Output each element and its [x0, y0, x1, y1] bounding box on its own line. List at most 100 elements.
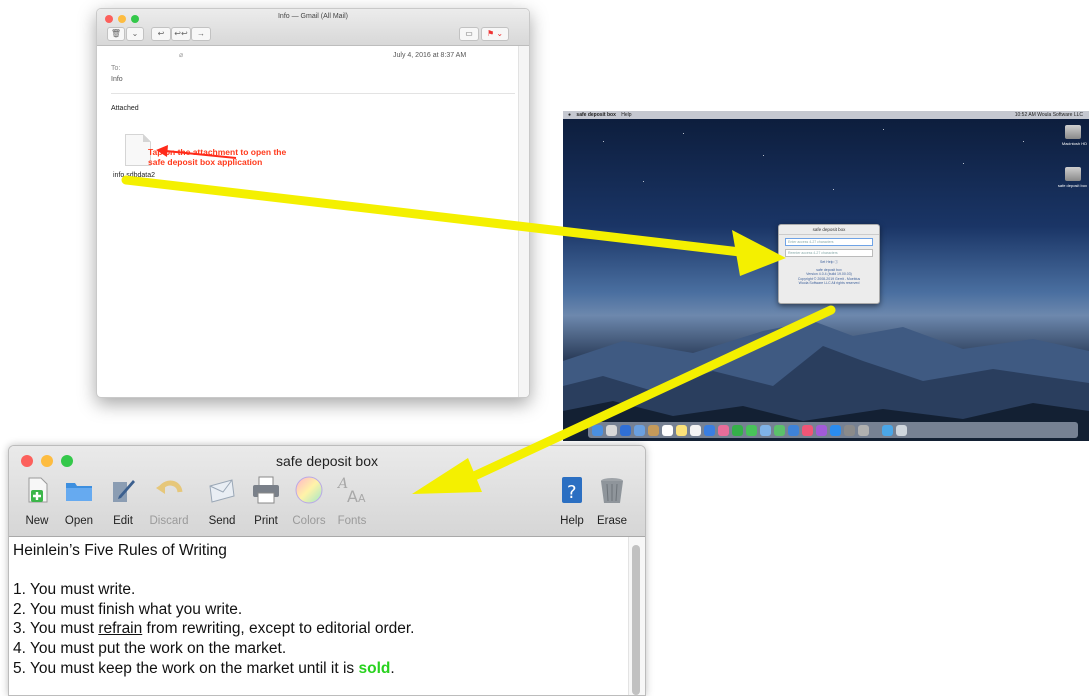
- safari-icon[interactable]: [620, 424, 631, 436]
- music-icon[interactable]: [802, 424, 813, 436]
- mini-password-confirm-field[interactable]: Reenter access 4-27 characters: [785, 249, 873, 257]
- trash-can-icon: [601, 478, 623, 503]
- app-toolbar-area: safe deposit box New Open Edit Discard S…: [9, 446, 645, 537]
- paperclip-icon: ⌀: [179, 52, 184, 59]
- trash-icon: 🗑: [110, 29, 122, 38]
- open-label: Open: [64, 515, 94, 527]
- keynote-icon[interactable]: [788, 424, 799, 436]
- reply-all-button[interactable]: ↩↩: [171, 27, 191, 41]
- star: [963, 163, 964, 164]
- app-title: safe deposit box: [276, 453, 378, 469]
- messages-icon[interactable]: [732, 424, 743, 436]
- erase-button[interactable]: Erase: [589, 474, 635, 527]
- svg-text:A: A: [358, 492, 366, 505]
- to-value: Info: [111, 76, 123, 83]
- podcasts-icon[interactable]: [816, 424, 827, 436]
- mountain-landscape: [563, 321, 1089, 441]
- reminders-icon[interactable]: [690, 424, 701, 436]
- menu-bar: ● safe deposit box Help 10:52 AM Woula S…: [563, 111, 1089, 119]
- contacts-icon[interactable]: [648, 424, 659, 436]
- desktop-screenshot: ● safe deposit box Help 10:52 AM Woula S…: [563, 111, 1089, 441]
- drive-label: safe deposit box: [1057, 183, 1087, 188]
- photos-icon[interactable]: [718, 424, 729, 436]
- thumbs-down-icon: ⌄: [131, 29, 139, 38]
- send-button[interactable]: Send: [199, 474, 245, 527]
- flag-button[interactable]: ⚑ ⌄: [481, 27, 509, 41]
- finder-icon[interactable]: [592, 424, 603, 436]
- menubar-status: 10:52 AM Woula Software LLC: [1014, 112, 1083, 118]
- edit-icon: [113, 480, 135, 502]
- menubar-app-name[interactable]: safe deposit box: [576, 112, 615, 118]
- new-document-icon: [28, 477, 48, 503]
- new-button[interactable]: New: [14, 474, 60, 527]
- mail-scrollbar[interactable]: [518, 46, 529, 397]
- menubar-help[interactable]: Help: [621, 112, 631, 118]
- safe-deposit-box-window: safe deposit box New Open Edit Discard S…: [8, 445, 646, 696]
- junk-button[interactable]: ⌄: [126, 27, 144, 41]
- printer-icon: [253, 476, 279, 504]
- discard-button[interactable]: Discard: [146, 474, 192, 527]
- calendar-icon[interactable]: [662, 424, 673, 436]
- mini-help-link[interactable]: Set Help ⓘ: [779, 260, 879, 265]
- reply-icon: ↩: [157, 29, 165, 38]
- print-button[interactable]: Print: [243, 474, 289, 527]
- forward-button[interactable]: →: [191, 27, 211, 41]
- system-preferences-icon[interactable]: [844, 424, 855, 436]
- mail-title: Info — Gmail (All Mail): [277, 13, 348, 20]
- launchpad-icon[interactable]: [606, 424, 617, 436]
- mini-password-field[interactable]: Enter access 4-27 characters: [785, 238, 873, 246]
- fonts-button[interactable]: A A A Fonts: [329, 474, 375, 527]
- star: [763, 155, 764, 156]
- new-label: New: [25, 515, 49, 527]
- attachment-name[interactable]: info.sdbdata2: [113, 172, 155, 179]
- mail-titlebar: Info — Gmail (All Mail) 🗑 ⌄ ↩ ↩↩ → ▭ ⚑ ⌄: [97, 9, 529, 46]
- hard-drive-label: Macintosh HD: [1061, 141, 1087, 146]
- flag-icon: ⚑ ⌄: [486, 29, 504, 38]
- colors-label: Colors: [292, 515, 326, 527]
- star: [883, 129, 884, 130]
- erase-label: Erase: [596, 515, 628, 527]
- sold-word: sold: [358, 659, 391, 677]
- svg-text:?: ?: [567, 482, 577, 503]
- dock: [588, 422, 1078, 438]
- document-editor[interactable]: Heinlein’s Five Rules of Writing 1. You …: [9, 537, 645, 695]
- trash-icon[interactable]: [896, 424, 907, 436]
- colors-button[interactable]: Colors: [286, 474, 332, 527]
- trash-button[interactable]: 🗑: [107, 27, 125, 41]
- document-scrollbar[interactable]: [628, 537, 645, 695]
- annotation-callout: Tap on the attachment to open the safe d…: [148, 147, 368, 167]
- maps-icon[interactable]: [704, 424, 715, 436]
- mail-body-text: Attached: [111, 105, 139, 112]
- pages-icon[interactable]: [760, 424, 771, 436]
- safe-deposit-box-app-icon[interactable]: [858, 424, 869, 436]
- apple-icon: ●: [568, 112, 572, 118]
- rule-line: 4. You must put the work on the market.: [13, 639, 287, 657]
- numbers-icon[interactable]: [774, 424, 785, 436]
- rule5-prefix: 5. You must keep the work on the market …: [13, 659, 359, 677]
- edit-button[interactable]: Edit: [100, 474, 146, 527]
- document-text: Heinlein’s Five Rules of Writing 1. You …: [13, 541, 414, 678]
- open-button[interactable]: Open: [56, 474, 102, 527]
- fonts-label: Fonts: [337, 515, 367, 527]
- rule5-suffix: .: [390, 659, 395, 677]
- printer-icon: ▭: [465, 29, 473, 38]
- header-divider: [111, 93, 515, 94]
- facetime-icon[interactable]: [746, 424, 757, 436]
- print-button[interactable]: ▭: [459, 27, 479, 41]
- mini-window-title: safe deposit box: [779, 225, 879, 235]
- notes-icon[interactable]: [676, 424, 687, 436]
- mail-date: July 4, 2016 at 8:37 AM: [393, 52, 467, 59]
- hard-drive-icon[interactable]: [1065, 125, 1081, 139]
- scrollbar-thumb[interactable]: [632, 545, 640, 695]
- safe-deposit-box-drive-icon[interactable]: [1065, 167, 1081, 181]
- refrain-word: refrain: [98, 620, 143, 638]
- app-store-icon[interactable]: [830, 424, 841, 436]
- mail-icon[interactable]: [634, 424, 645, 436]
- rule3-prefix: 3. You must: [13, 620, 99, 638]
- reply-button[interactable]: ↩: [151, 27, 171, 41]
- star: [643, 181, 644, 182]
- send-envelope-icon: [209, 479, 235, 503]
- downloads-folder-icon[interactable]: [882, 424, 893, 436]
- star: [603, 141, 604, 142]
- mini-info-line: Woola Software LLC All rights reserved: [798, 281, 860, 285]
